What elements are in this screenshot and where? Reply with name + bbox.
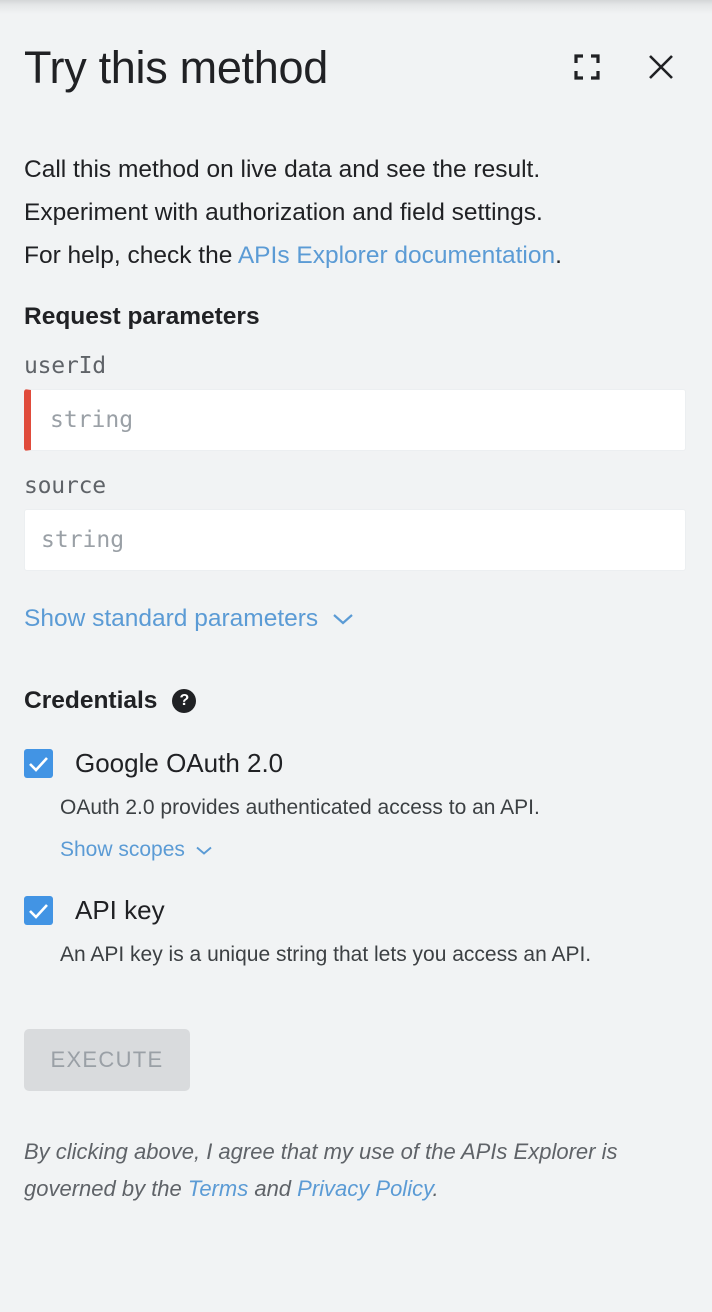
description-line-3-prefix: For help, check the — [24, 242, 238, 269]
api-key-label: API key — [75, 895, 165, 926]
description-line-2: Experiment with authorization and field … — [24, 199, 543, 226]
fullscreen-icon — [574, 54, 600, 80]
footer-text-part-2: and — [248, 1176, 298, 1201]
close-button[interactable] — [644, 50, 678, 84]
terms-footer: By clicking above, I agree that my use o… — [24, 1133, 664, 1207]
show-scopes-label: Show scopes — [60, 838, 185, 861]
field-source: source — [24, 473, 688, 571]
chevron-down-icon — [195, 838, 213, 862]
show-standard-parameters-label: Show standard parameters — [24, 605, 319, 632]
credential-api-key-head: API key — [24, 896, 688, 925]
field-label-source: source — [24, 473, 106, 499]
fullscreen-button[interactable] — [570, 50, 604, 84]
userId-input[interactable] — [24, 389, 686, 451]
credentials-heading-row: Credentials ? — [24, 687, 688, 715]
google-oauth-checkbox[interactable] — [24, 749, 53, 778]
credential-google-oauth-head: Google OAuth 2.0 — [24, 749, 688, 778]
terms-link[interactable]: Terms — [188, 1176, 248, 1201]
header-actions — [570, 50, 688, 84]
execute-button[interactable]: EXECUTE — [24, 1029, 190, 1091]
footer-text-part-3: . — [432, 1176, 439, 1201]
panel-description: Call this method on live data and see th… — [24, 148, 684, 277]
help-icon[interactable]: ? — [172, 689, 197, 713]
field-label-userId: userId — [24, 353, 106, 379]
show-standard-parameters-toggle[interactable]: Show standard parameters — [24, 605, 354, 633]
privacy-policy-link[interactable]: Privacy Policy — [297, 1176, 432, 1201]
close-icon — [647, 53, 675, 81]
try-this-method-panel: Try this method Call this method on live… — [0, 0, 712, 1312]
field-input-wrap-userId — [24, 389, 688, 451]
api-key-checkbox[interactable] — [24, 896, 53, 925]
page-title: Try this method — [24, 41, 328, 93]
field-input-wrap-source — [24, 509, 688, 571]
show-scopes-toggle[interactable]: Show scopes — [60, 838, 213, 862]
google-oauth-label: Google OAuth 2.0 — [75, 748, 284, 779]
field-userId: userId — [24, 353, 688, 451]
chevron-down-icon — [332, 612, 354, 626]
request-parameters-heading: Request parameters — [24, 303, 260, 330]
credentials-heading: Credentials — [24, 687, 158, 714]
credential-google-oauth: Google OAuth 2.0 OAuth 2.0 provides auth… — [24, 749, 688, 862]
panel-header: Try this method — [24, 0, 688, 116]
credential-api-key: API key An API key is a unique string th… — [24, 896, 688, 967]
source-input[interactable] — [24, 509, 686, 571]
description-line-1: Call this method on live data and see th… — [24, 156, 541, 183]
api-key-description: An API key is a unique string that lets … — [60, 943, 592, 966]
google-oauth-description: OAuth 2.0 provides authenticated access … — [60, 796, 540, 819]
apis-explorer-documentation-link[interactable]: APIs Explorer documentation — [238, 242, 555, 269]
description-line-3-suffix: . — [555, 242, 562, 269]
